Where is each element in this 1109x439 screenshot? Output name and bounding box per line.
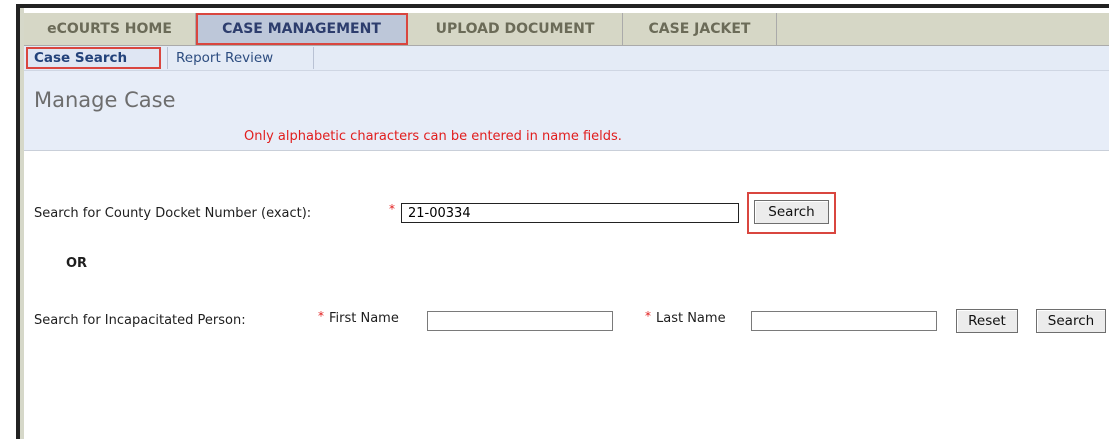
first-name-input[interactable]: [427, 311, 613, 331]
tab-ecourts-home[interactable]: eCOURTS HOME: [24, 13, 196, 45]
reset-button[interactable]: Reset: [956, 309, 1018, 333]
page-title: Manage Case: [34, 88, 176, 112]
or-label: OR: [66, 256, 88, 271]
last-name-label: Last Name: [656, 311, 726, 326]
docket-required-mark: *: [389, 202, 395, 216]
person-search-button[interactable]: Search: [1036, 309, 1106, 333]
main-nav: eCOURTS HOME CASE MANAGEMENT UPLOAD DOCU…: [24, 13, 1109, 46]
sub-nav: Case Search Report Review: [24, 46, 1109, 71]
last-name-required-mark: *: [645, 309, 651, 323]
subtab-case-search[interactable]: Case Search: [26, 47, 161, 69]
first-name-label: First Name: [329, 311, 399, 326]
last-name-input[interactable]: [751, 311, 937, 331]
docket-search-label: Search for County Docket Number (exact):: [34, 206, 312, 221]
subtab-report-review[interactable]: Report Review: [167, 47, 314, 69]
docket-number-input[interactable]: [401, 203, 739, 223]
person-search-label: Search for Incapacitated Person:: [34, 313, 246, 328]
validation-warning: Only alphabetic characters can be entere…: [244, 129, 622, 144]
tab-case-management[interactable]: CASE MANAGEMENT: [196, 13, 408, 45]
frame-top-border: [16, 4, 1109, 8]
first-name-required-mark: *: [318, 309, 324, 323]
tab-upload-document[interactable]: UPLOAD DOCUMENT: [408, 13, 623, 45]
tab-case-jacket[interactable]: CASE JACKET: [623, 13, 777, 45]
docket-search-button[interactable]: Search: [754, 200, 829, 224]
